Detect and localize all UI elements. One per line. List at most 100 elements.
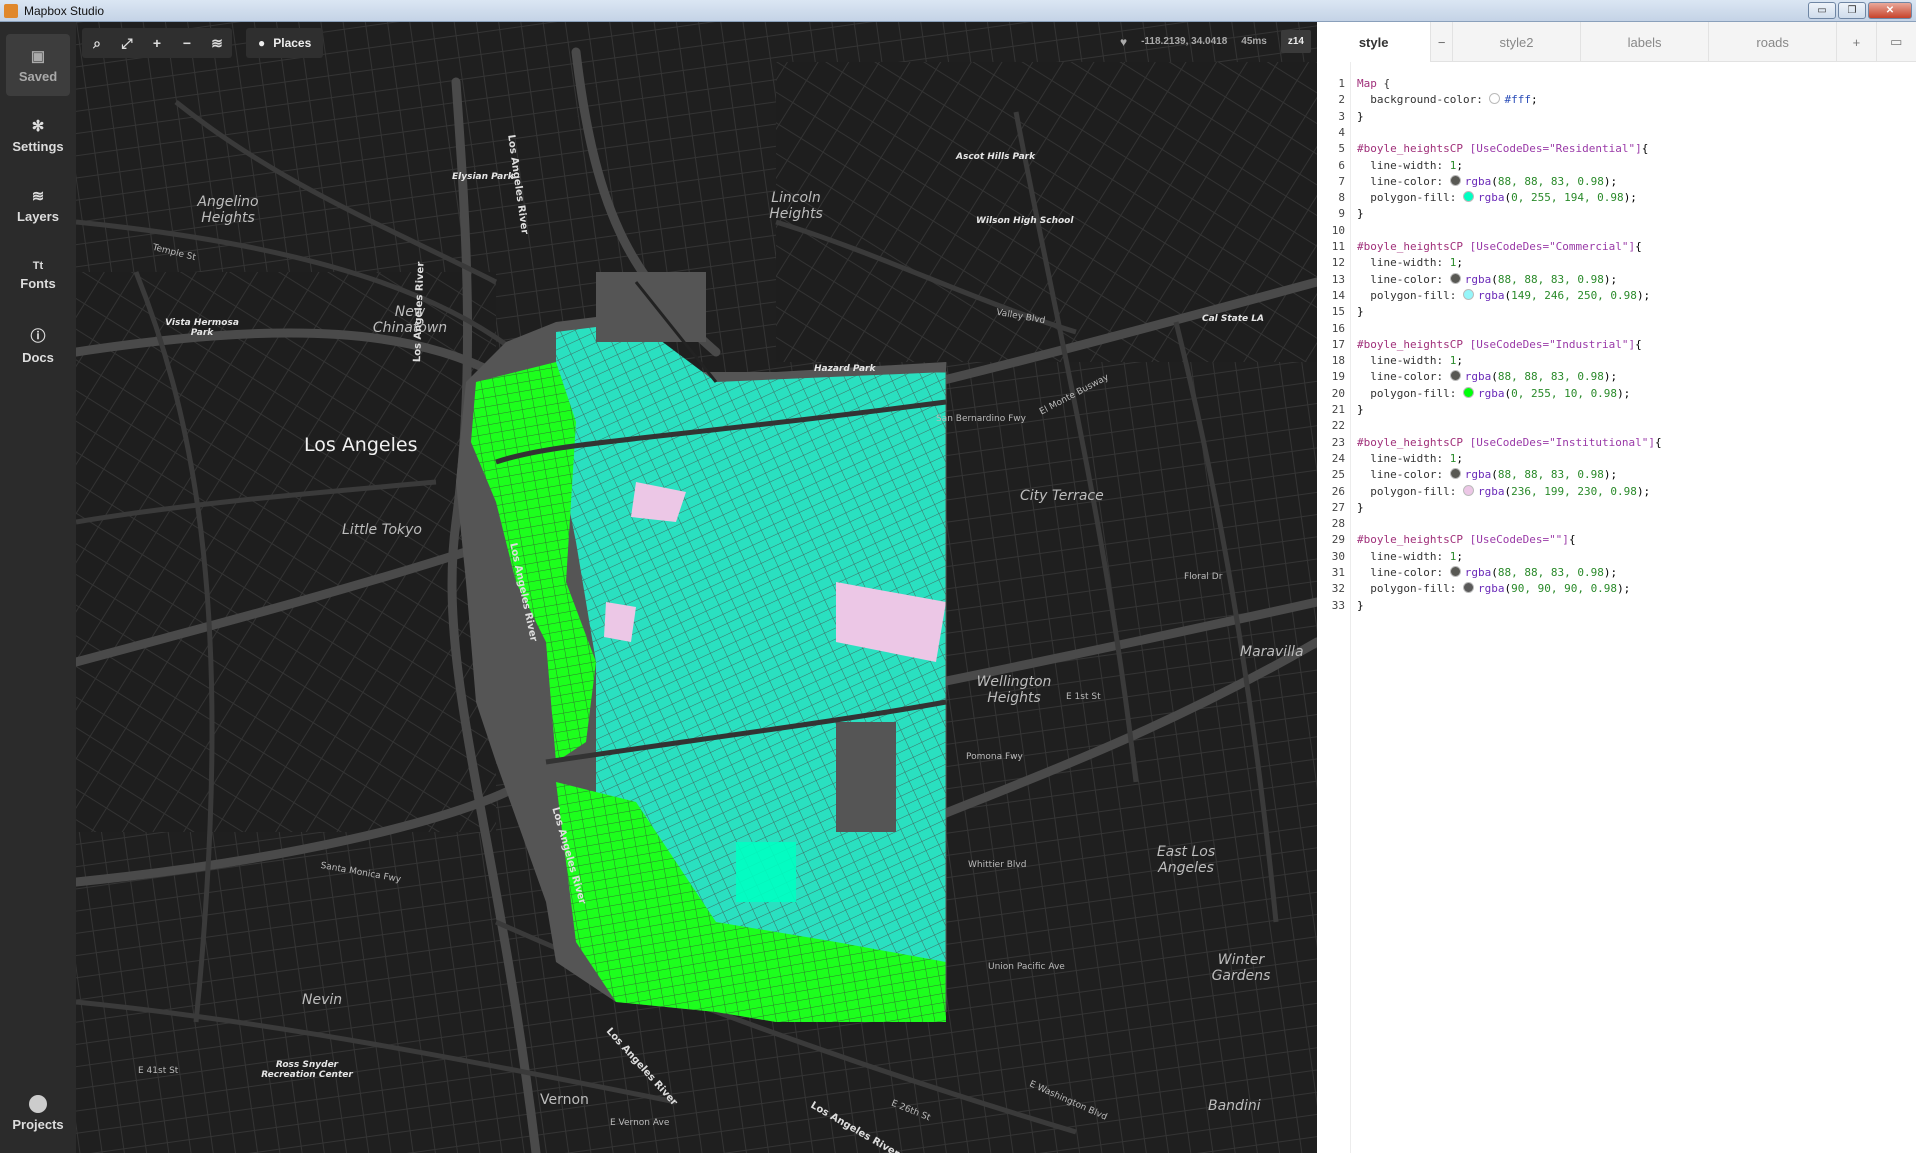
sidebar-item-fonts[interactable]: Tt Fonts (6, 244, 70, 306)
info-icon: ⓘ (30, 328, 46, 345)
zoom-out-icon[interactable]: − (172, 28, 202, 58)
park-label: Ross Snyder Recreation Center (261, 1060, 353, 1080)
tab-labels[interactable]: labels (1581, 22, 1710, 62)
color-swatch[interactable] (1462, 484, 1474, 496)
avatar-icon (29, 1094, 47, 1113)
sidebar-item-label: Saved (18, 68, 58, 84)
tab-label: roads (1756, 34, 1789, 50)
line-content: } (1357, 598, 1364, 612)
places-label: Places (273, 36, 312, 50)
park-label: Wilson High School (976, 216, 1074, 226)
place-label: Angelino Heights (197, 194, 259, 226)
place-label: Maravilla (1240, 644, 1304, 660)
line-number: 33 (1331, 598, 1345, 612)
place-label: City Terrace (1020, 488, 1104, 504)
zoom-in-icon[interactable]: + (142, 28, 172, 58)
remove-tab-button[interactable]: − (1431, 22, 1453, 62)
line-content: } (1357, 207, 1364, 221)
tab-label: style2 (1499, 34, 1534, 50)
fullscreen-icon[interactable]: ⤢ (112, 28, 142, 58)
style-tabs: style − style2 labels roads + ▭ (1317, 22, 1916, 62)
tab-style2[interactable]: style2 (1453, 22, 1582, 62)
park-label: Elysian Park (452, 172, 514, 182)
tab-style[interactable]: style (1317, 22, 1432, 62)
color-swatch[interactable] (1449, 566, 1461, 577)
street-label: E 41st St (138, 1066, 179, 1076)
zoom-level: z14 (1280, 30, 1311, 53)
window-titlebar: Mapbox Studio ▭ ❐ ✕ (0, 0, 1916, 22)
app-icon (4, 3, 18, 18)
tab-label: style (1358, 34, 1389, 50)
pin-icon: ● (258, 36, 266, 50)
place-label: New Chinatown (372, 304, 448, 336)
color-swatch[interactable] (1449, 468, 1461, 480)
street-label: E 1st St (1066, 692, 1101, 702)
color-swatch[interactable] (1462, 288, 1474, 300)
save-icon: ▣ (30, 47, 46, 65)
place-label: Nevin (302, 992, 343, 1008)
sidebar-item-label: Docs (22, 350, 54, 365)
color-swatch[interactable] (1449, 370, 1461, 382)
map-canvas[interactable]: ⌕ ⤢ + − ≋ ● Places ♥ -118.2139, 34.0418 … (76, 22, 1317, 1153)
sidebar-item-label: Settings (12, 138, 64, 154)
layers-inspect-icon[interactable]: ≋ (202, 28, 232, 58)
sidebar-item-label: Fonts (20, 275, 56, 291)
line-content: polygon-fill: rgba(149, 246, 250, 0.98); (1370, 288, 1651, 302)
basemap-roads (76, 22, 1317, 1153)
color-swatch[interactable] (1462, 386, 1474, 398)
close-button[interactable]: ✕ (1868, 2, 1912, 19)
color-swatch[interactable] (1449, 174, 1461, 186)
style-editor: style − style2 labels roads + ▭ 1 Map {2 … (1317, 22, 1916, 1153)
street-label: Pomona Fwy (966, 752, 1023, 762)
color-swatch[interactable] (1489, 93, 1501, 105)
search-icon[interactable]: ⌕ (82, 28, 112, 58)
sidebar-item-projects[interactable]: Projects (6, 1082, 70, 1144)
layers-icon: ≋ (31, 187, 45, 205)
restore-button[interactable]: ❐ (1838, 2, 1866, 19)
place-label: Vernon (540, 1092, 589, 1108)
line-content: } (1357, 305, 1364, 319)
place-label: Wellington Heights (976, 674, 1052, 706)
park-label: Hazard Park (814, 364, 876, 374)
coords-readout: -118.2139, 34.0418 (1141, 36, 1228, 47)
place-label: Los Angeles (304, 434, 418, 456)
street-label: E Vernon Ave (610, 1118, 670, 1128)
sidebar: ▣ Saved ✻ Settings ≋ Layers Tt Fonts ⓘ D… (0, 22, 76, 1153)
sidebar-item-docs[interactable]: ⓘ Docs (6, 314, 70, 376)
place-label: Lincoln Heights (769, 190, 823, 222)
sidebar-item-layers[interactable]: ≋ Layers (6, 174, 70, 236)
color-swatch[interactable] (1449, 272, 1461, 284)
map-status: ♥ -118.2139, 34.0418 45ms z14 (1120, 30, 1311, 53)
places-button[interactable]: ● Places (246, 28, 324, 58)
render-time: 45ms (1241, 36, 1267, 47)
line-content: polygon-fill: rgba(0, 255, 10, 0.98); (1370, 386, 1631, 400)
line-content: } (1357, 500, 1364, 514)
sidebar-item-saved[interactable]: ▣ Saved (6, 34, 70, 96)
tab-roads[interactable]: roads (1709, 22, 1838, 62)
tab-label: labels (1627, 34, 1662, 50)
line-content: polygon-fill: rgba(90, 90, 90, 0.98); (1370, 582, 1631, 596)
place-label: Winter Gardens (1211, 952, 1271, 984)
street-label: Union Pacific Ave (988, 962, 1065, 972)
color-swatch[interactable] (1462, 191, 1474, 203)
sidebar-item-settings[interactable]: ✻ Settings (6, 104, 70, 166)
place-label: Little Tokyo (342, 522, 422, 538)
color-swatch[interactable] (1462, 582, 1474, 594)
minimize-button[interactable]: ▭ (1808, 2, 1836, 19)
line-content: } (1357, 403, 1364, 416)
street-label: Floral Dr (1184, 572, 1223, 582)
place-label: Bandini (1208, 1098, 1261, 1114)
street-label: San Bernardino Fwy (936, 414, 1026, 424)
code-editor[interactable]: 1 Map {2 background-color: #fff; 3} 4 5 #boyl… (1317, 62, 1916, 1153)
place-label: East Los Angeles (1156, 844, 1216, 876)
sidebar-item-label: Projects (12, 1116, 64, 1132)
heart-icon[interactable]: ♥ (1120, 35, 1127, 49)
park-label: Vista Hermosa Park (165, 318, 239, 338)
line-content: } (1357, 109, 1364, 123)
gear-icon: ✻ (31, 117, 45, 135)
panel-toggle-icon[interactable]: ▭ (1877, 22, 1916, 62)
park-label: Cal State LA (1202, 314, 1264, 324)
window-title: Mapbox Studio (24, 3, 105, 18)
fonts-icon: Tt (32, 259, 44, 272)
add-tab-button[interactable]: + (1837, 22, 1877, 62)
